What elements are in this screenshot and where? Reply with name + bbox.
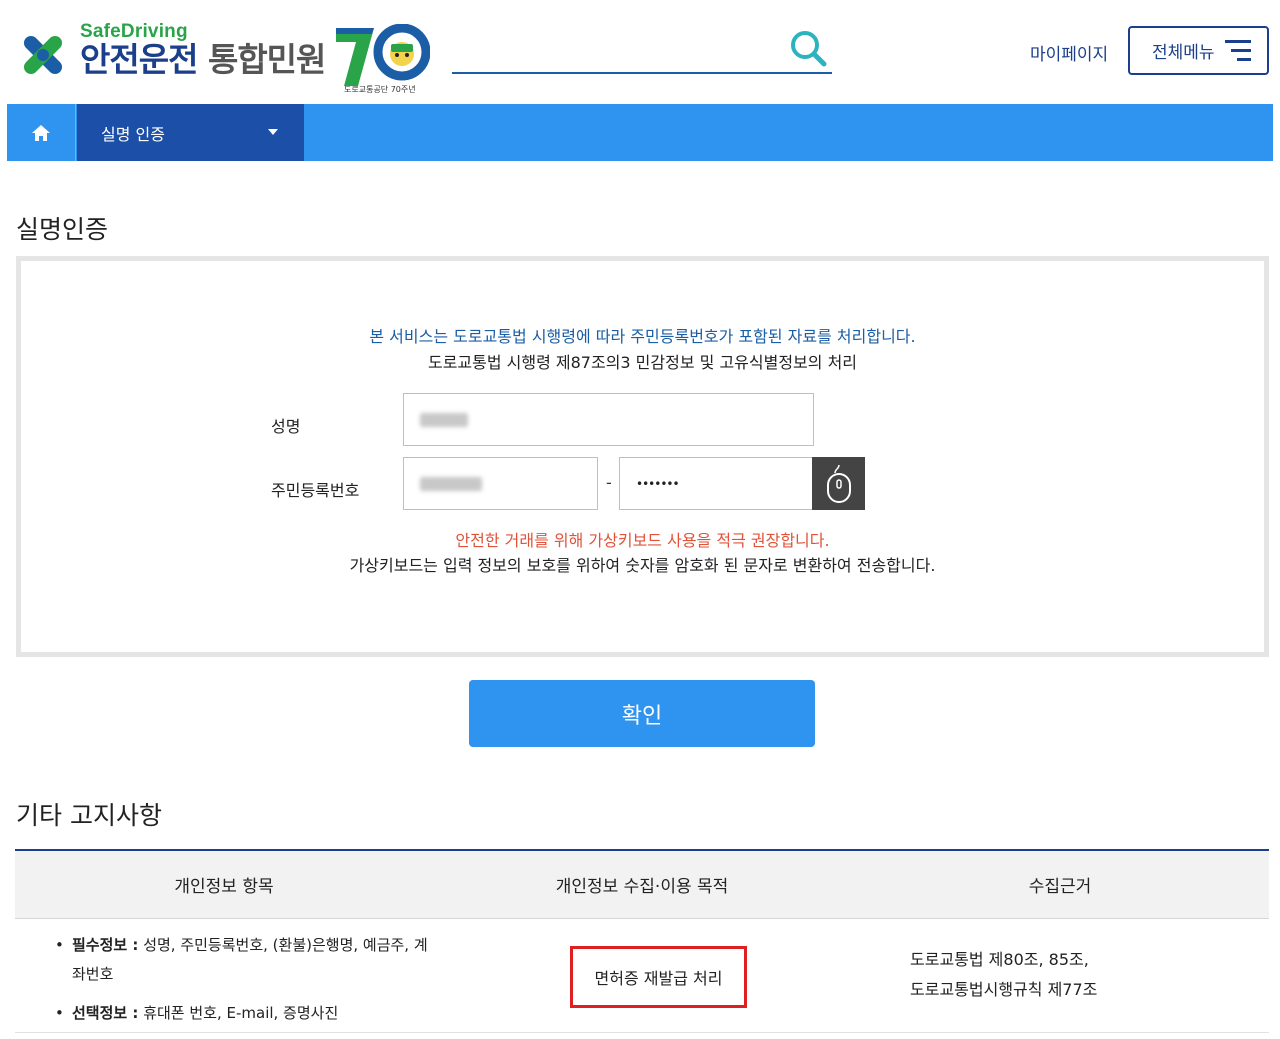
purpose-highlight: 면허증 재발급 처리 <box>570 946 747 1008</box>
law-reference: 도로교통법 시행령 제87조의3 민감정보 및 고유식별정보의 처리 <box>427 353 858 372</box>
search-icon[interactable] <box>788 28 828 68</box>
site-logo[interactable]: SafeDriving 안전운전 통합민원 <box>14 21 326 84</box>
optional-info-text: 휴대폰 번호, E-mail, 증명사진 <box>138 1004 339 1022</box>
home-icon <box>32 124 50 141</box>
logo-subtitle: SafeDriving <box>80 21 188 42</box>
virtual-keyboard-description: 가상키보드는 입력 정보의 보호를 위하여 숫자를 암호화 된 문자로 변환하여… <box>349 556 936 575</box>
required-info-item: 필수정보 : 성명, 주민등록번호, (환불)은행명, 예금주, 계좌번호 <box>55 931 435 989</box>
current-menu-label: 실명 인증 <box>101 124 165 144</box>
hamburger-menu-icon <box>1225 40 1251 62</box>
auth-section-title: 실명인증 <box>16 215 109 244</box>
purpose-cell: 면허증 재발급 처리 <box>433 919 851 1032</box>
name-masked-value <box>420 412 468 427</box>
mouse-icon <box>826 464 851 503</box>
all-menu-button[interactable]: 전체메뉴 <box>1128 26 1269 75</box>
privacy-notice-table: 개인정보 항목 개인정보 수집·이용 목적 수집근거 필수정보 : 성명, 주민… <box>15 849 1269 1033</box>
caret-down-icon <box>268 129 278 135</box>
virtual-keyboard-button[interactable] <box>812 457 865 510</box>
column-header-basis: 수집근거 <box>1028 877 1092 897</box>
column-header-purpose: 개인정보 수집·이용 목적 <box>555 877 729 897</box>
site-header: SafeDriving 안전운전 통합민원 도로교통공단 70주년 마이페이지 … <box>0 0 1280 104</box>
table-header-row: 개인정보 항목 개인정보 수집·이용 목적 수집근거 <box>15 851 1269 919</box>
anniversary-caption: 도로교통공단 70주년 <box>344 85 416 94</box>
name-label: 성명 <box>271 417 301 436</box>
logo-title: 안전운전 통합민원 <box>80 40 326 79</box>
optional-info-item: 선택정보 : 휴대폰 번호, E-mail, 증명사진 <box>55 999 435 1028</box>
required-info-label: 필수정보 : <box>72 936 139 954</box>
column-header-items: 개인정보 항목 <box>174 877 274 897</box>
rrn-label: 주민등록번호 <box>271 481 360 500</box>
confirm-button[interactable]: 확인 <box>469 680 815 747</box>
current-menu-dropdown[interactable]: 실명 인증 <box>77 104 304 161</box>
home-button[interactable] <box>7 104 76 161</box>
table-row: 필수정보 : 성명, 주민등록번호, (환불)은행명, 예금주, 계좌번호 선택… <box>15 919 1269 1033</box>
mypage-link[interactable]: 마이페이지 <box>1030 40 1108 65</box>
search-input[interactable] <box>452 26 832 74</box>
service-notice: 본 서비스는 도로교통법 시행령에 따라 주민등록번호가 포함된 자료를 처리합… <box>369 327 916 346</box>
rrn-back-value: ••••••• <box>636 476 680 491</box>
location-navbar: 실명 인증 <box>7 104 1273 161</box>
auth-form-box: 본 서비스는 도로교통법 시행령에 따라 주민등록번호가 포함된 자료를 처리합… <box>16 256 1269 657</box>
logo-title-gray: 통합민원 <box>207 40 326 79</box>
basis-cell: 도로교통법 제80조, 85조, 도로교통법시행규칙 제77조 <box>851 919 1269 1032</box>
items-cell: 필수정보 : 성명, 주민등록번호, (환불)은행명, 예금주, 계좌번호 선택… <box>15 919 433 1032</box>
virtual-keyboard-recommend: 안전한 거래를 위해 가상키보드 사용을 적극 권장합니다. <box>455 531 830 550</box>
name-input[interactable] <box>403 393 814 446</box>
optional-info-label: 선택정보 : <box>72 1004 139 1022</box>
all-menu-label: 전체메뉴 <box>1152 43 1215 63</box>
rrn-front-masked-value <box>420 476 482 491</box>
notice-section-title: 기타 고지사항 <box>16 801 162 830</box>
rrn-separator: - <box>606 473 612 492</box>
rrn-front-input[interactable] <box>403 457 598 510</box>
basis-line-1: 도로교통법 제80조, 85조, <box>910 950 1089 969</box>
rrn-back-input[interactable]: ••••••• <box>619 457 814 510</box>
basis-line-2: 도로교통법시행규칙 제77조 <box>910 980 1098 999</box>
clover-logo-icon <box>23 35 63 75</box>
logo-title-blue: 안전운전 <box>80 40 198 79</box>
